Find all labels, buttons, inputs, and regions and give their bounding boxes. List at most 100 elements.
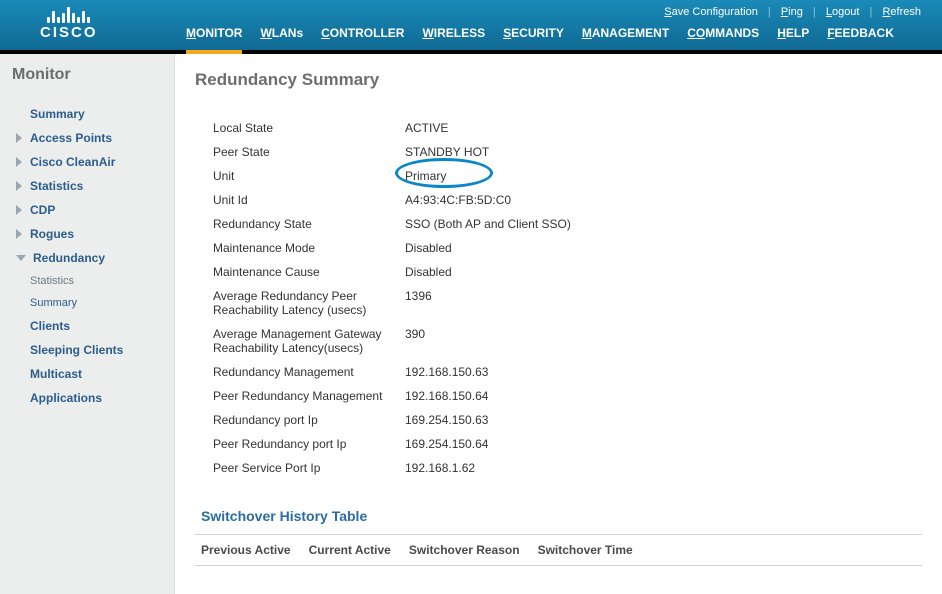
- field-row: Average Redundancy Peer Reachability Lat…: [195, 284, 922, 322]
- sidebar-subitem-redundancy-summary[interactable]: Summary: [10, 292, 174, 314]
- sidebar-item-applications[interactable]: Applications: [10, 386, 174, 410]
- switchover-history-header: Previous Active Current Active Switchove…: [195, 534, 922, 566]
- sidebar-item-label: Statistics: [30, 179, 83, 193]
- field-label: Maintenance Mode: [195, 241, 405, 255]
- field-value: ACTIVE: [405, 121, 448, 135]
- field-label: Redundancy State: [195, 217, 405, 231]
- field-value: 1396: [405, 289, 432, 317]
- field-label: Maintenance Cause: [195, 265, 405, 279]
- ping-link[interactable]: Ping: [781, 6, 803, 18]
- sidebar-subitem-redundancy-statistics[interactable]: Statistics: [10, 270, 174, 292]
- cisco-logo: CISCO: [40, 5, 98, 41]
- sidebar-title: Monitor: [10, 66, 174, 84]
- sidebar-item-access-points[interactable]: Access Points: [10, 126, 174, 150]
- nav-monitor[interactable]: MONITOR: [186, 26, 242, 50]
- nav-commands[interactable]: COMMANDS: [687, 26, 759, 50]
- sidebar-item-statistics[interactable]: Statistics: [10, 174, 174, 198]
- top-links: Save Configuration | Ping | Logout | Ref…: [661, 6, 924, 18]
- field-label: Average Management Gateway Reachability …: [195, 327, 405, 355]
- field-value: SSO (Both AP and Client SSO): [405, 217, 571, 231]
- caret-right-icon: [16, 181, 22, 191]
- sidebar-item-label: Summary: [30, 107, 85, 121]
- nav-controller[interactable]: CONTROLLER: [321, 26, 404, 50]
- sidebar-item-summary[interactable]: Summary: [10, 102, 174, 126]
- sidebar-item-label: Cisco CleanAir: [30, 155, 115, 169]
- field-value: 169.254.150.63: [405, 413, 488, 427]
- caret-right-icon: [16, 205, 22, 215]
- field-label: Peer Service Port Ip: [195, 461, 405, 475]
- sidebar: Monitor Summary Access Points Cisco Clea…: [0, 54, 175, 594]
- field-value: A4:93:4C:FB:5D:C0: [405, 193, 511, 207]
- save-config-link[interactable]: Save Configuration: [664, 6, 758, 18]
- caret-right-icon: [16, 157, 22, 167]
- sidebar-item-label: Rogues: [30, 227, 74, 241]
- navbar: MONITOR WLANs CONTROLLER WIRELESS SECURI…: [186, 26, 894, 50]
- field-value: 192.168.150.63: [405, 365, 488, 379]
- brand-text: CISCO: [40, 24, 98, 41]
- sidebar-menu: Summary Access Points Cisco CleanAir Sta…: [10, 102, 174, 410]
- nav-security[interactable]: SECURITY: [503, 26, 564, 50]
- field-value: 192.168.1.62: [405, 461, 475, 475]
- field-row: Peer Redundancy port Ip169.254.150.64: [195, 432, 922, 456]
- field-row: Redundancy StateSSO (Both AP and Client …: [195, 212, 922, 236]
- sidebar-item-label: CDP: [30, 203, 55, 217]
- field-row: Local StateACTIVE: [195, 116, 922, 140]
- col-switchover-reason: Switchover Reason: [409, 543, 520, 557]
- field-label: Unit: [195, 169, 405, 183]
- field-value: 169.254.150.64: [405, 437, 488, 451]
- content: Redundancy Summary Local StateACTIVEPeer…: [175, 54, 942, 594]
- header: CISCO Save Configuration | Ping | Logout…: [0, 0, 942, 50]
- sidebar-item-rogues[interactable]: Rogues: [10, 222, 174, 246]
- caret-right-icon: [16, 133, 22, 143]
- field-value: Primary: [405, 169, 446, 183]
- field-row: UnitPrimary: [195, 164, 922, 188]
- field-label: Local State: [195, 121, 405, 135]
- switchover-history-title: Switchover History Table: [201, 508, 922, 524]
- sidebar-item-label: Redundancy: [33, 251, 105, 265]
- field-label: Unit Id: [195, 193, 405, 207]
- field-row: Peer Redundancy Management192.168.150.64: [195, 384, 922, 408]
- redundancy-fields: Local StateACTIVEPeer StateSTANDBY HOTUn…: [195, 116, 922, 480]
- sidebar-item-clients[interactable]: Clients: [10, 314, 174, 338]
- logo-bars-icon: [47, 5, 90, 23]
- sidebar-item-cdp[interactable]: CDP: [10, 198, 174, 222]
- refresh-link[interactable]: Refresh: [882, 6, 921, 18]
- field-label: Peer State: [195, 145, 405, 159]
- field-value: Disabled: [405, 241, 452, 255]
- sidebar-item-label: Access Points: [30, 131, 112, 145]
- field-row: Redundancy Management192.168.150.63: [195, 360, 922, 384]
- sidebar-item-label: Multicast: [30, 367, 82, 381]
- field-value: 192.168.150.64: [405, 389, 488, 403]
- caret-right-icon: [16, 229, 22, 239]
- sidebar-item-multicast[interactable]: Multicast: [10, 362, 174, 386]
- sidebar-item-label: Applications: [30, 391, 102, 405]
- sidebar-item-cleanair[interactable]: Cisco CleanAir: [10, 150, 174, 174]
- nav-management[interactable]: MANAGEMENT: [582, 26, 669, 50]
- nav-help[interactable]: HELP: [777, 26, 809, 50]
- field-row: Average Management Gateway Reachability …: [195, 322, 922, 360]
- col-current-active: Current Active: [309, 543, 391, 557]
- col-switchover-time: Switchover Time: [538, 543, 633, 557]
- sidebar-item-label: Clients: [30, 319, 70, 333]
- field-label: Redundancy Management: [195, 365, 405, 379]
- nav-feedback[interactable]: FEEDBACK: [827, 26, 894, 50]
- field-row: Unit IdA4:93:4C:FB:5D:C0: [195, 188, 922, 212]
- field-row: Peer StateSTANDBY HOT: [195, 140, 922, 164]
- caret-down-icon: [16, 255, 26, 261]
- field-label: Redundancy port Ip: [195, 413, 405, 427]
- field-value: Disabled: [405, 265, 452, 279]
- field-value: 390: [405, 327, 425, 355]
- col-previous-active: Previous Active: [201, 543, 291, 557]
- field-row: Maintenance CauseDisabled: [195, 260, 922, 284]
- logout-link[interactable]: Logout: [826, 6, 860, 18]
- field-label: Average Redundancy Peer Reachability Lat…: [195, 289, 405, 317]
- nav-wlans[interactable]: WLANs: [260, 26, 303, 50]
- nav-wireless[interactable]: WIRELESS: [422, 26, 485, 50]
- sidebar-item-redundancy[interactable]: Redundancy: [10, 246, 174, 270]
- field-value: STANDBY HOT: [405, 145, 489, 159]
- sidebar-item-label: Sleeping Clients: [30, 343, 123, 357]
- sidebar-item-label: Summary: [30, 297, 77, 309]
- sidebar-item-sleeping-clients[interactable]: Sleeping Clients: [10, 338, 174, 362]
- sidebar-item-label: Statistics: [30, 275, 74, 287]
- field-row: Redundancy port Ip169.254.150.63: [195, 408, 922, 432]
